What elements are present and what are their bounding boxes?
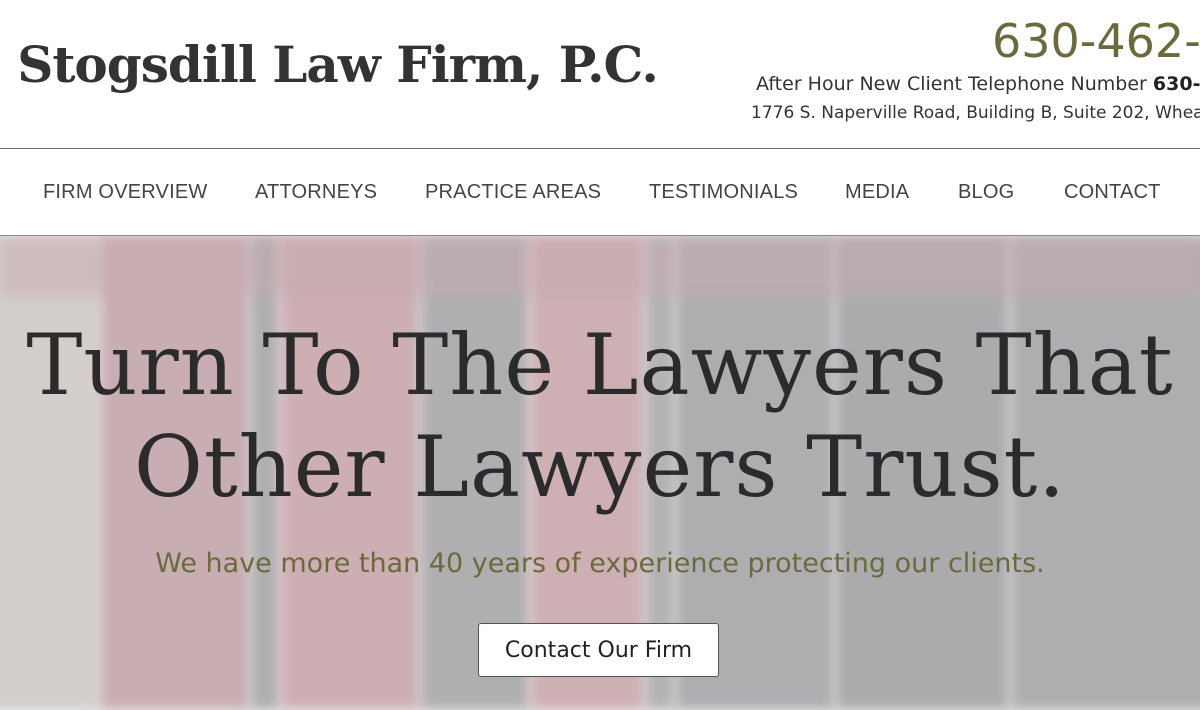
after-hours-phone-link[interactable]: 630-6 <box>1153 73 1200 95</box>
hero-section: Turn To The Lawyers That Other Lawyers Tr… <box>0 236 1200 710</box>
nav-item-blog[interactable]: BLOG <box>958 181 1014 204</box>
nav-item-firm-overview[interactable]: FIRM OVERVIEW <box>43 181 207 204</box>
site-header: e Stogsdill Law Firm, P.C. 630-462-9 Aft… <box>0 0 1200 149</box>
hero-headline: Turn To The Lawyers That Other Lawyers Tr… <box>0 314 1200 518</box>
main-phone-link[interactable]: 630-462-9 <box>992 18 1200 64</box>
office-address: 1776 S. Naperville Road, Building B, Sui… <box>751 103 1200 123</box>
nav-item-media[interactable]: MEDIA <box>845 181 909 204</box>
after-hours-line: After Hour New Client Telephone Number 6… <box>756 73 1200 96</box>
main-nav: FIRM OVERVIEW ATTORNEYS PRACTICE AREAS T… <box>0 149 1200 236</box>
nav-item-testimonials[interactable]: TESTIMONIALS <box>649 181 798 204</box>
hero-headline-line-1: Turn To The Lawyers That <box>26 316 1174 414</box>
after-hours-label: After Hour New Client Telephone Number <box>756 73 1153 95</box>
page: e Stogsdill Law Firm, P.C. 630-462-9 Aft… <box>0 0 1200 710</box>
hero-subhead: We have more than 40 years of experience… <box>155 548 1045 579</box>
contact-our-firm-button[interactable]: Contact Our Firm <box>478 623 719 677</box>
nav-item-practice-areas[interactable]: PRACTICE AREAS <box>425 181 601 204</box>
nav-item-contact[interactable]: CONTACT <box>1064 181 1161 204</box>
nav-item-attorneys[interactable]: ATTORNEYS <box>255 181 377 204</box>
firm-name-logo[interactable]: e Stogsdill Law Firm, P.C. <box>0 40 659 90</box>
hero-headline-line-2: Other Lawyers Trust. <box>133 418 1067 516</box>
